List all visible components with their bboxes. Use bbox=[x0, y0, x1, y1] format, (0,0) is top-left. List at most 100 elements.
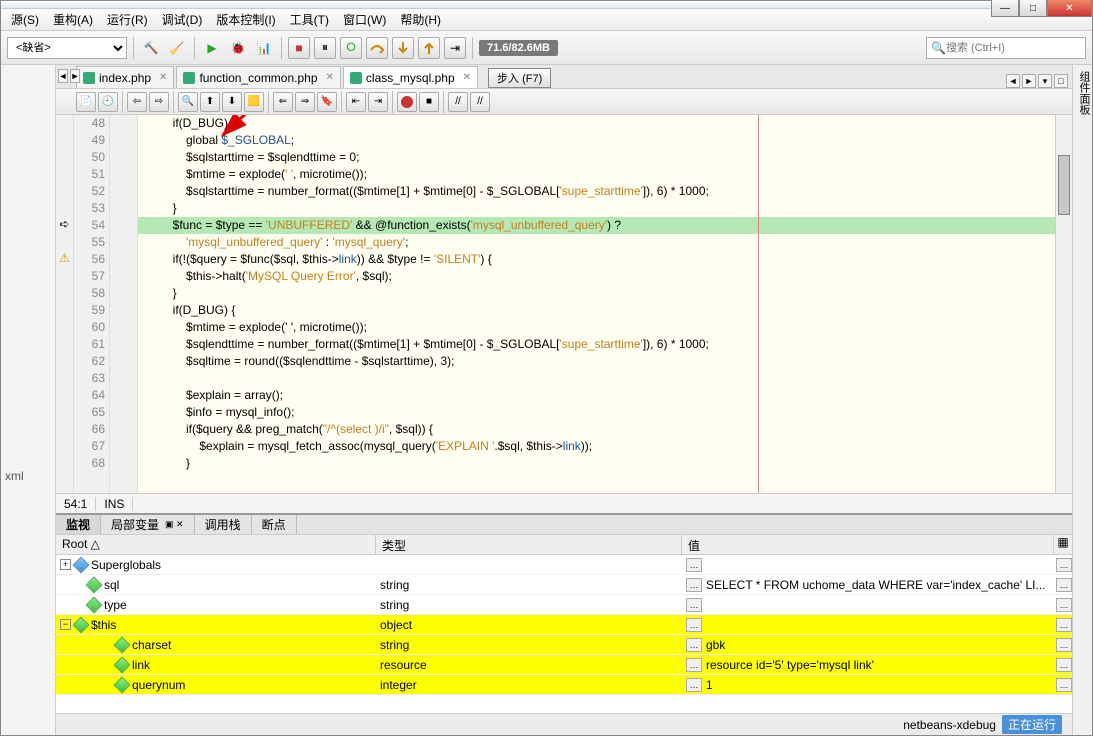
right-sidebar-palette[interactable]: 组件面板 bbox=[1072, 65, 1092, 735]
column-header-root[interactable]: Root △ bbox=[56, 535, 376, 554]
php-file-icon bbox=[83, 72, 95, 84]
breakpoint-gutter[interactable]: ➪ ⚠ bbox=[56, 115, 74, 493]
nav-back-icon[interactable]: ⇦ bbox=[127, 92, 147, 112]
tab-scroll-right-icon[interactable]: ► bbox=[1022, 74, 1036, 88]
variable-row[interactable]: charset string …gbk … bbox=[56, 635, 1072, 655]
ellipsis-icon[interactable]: … bbox=[686, 578, 702, 592]
prev-bookmark-icon[interactable]: ⇐ bbox=[273, 92, 293, 112]
menu-tools[interactable]: 工具(T) bbox=[284, 9, 335, 30]
ellipsis-icon[interactable]: … bbox=[686, 558, 702, 572]
comment-icon[interactable]: // bbox=[448, 92, 468, 112]
close-icon[interactable]: ✕ bbox=[159, 72, 167, 83]
step-out-icon[interactable] bbox=[418, 37, 440, 59]
menu-help[interactable]: 帮助(H) bbox=[394, 9, 447, 30]
ellipsis-icon[interactable]: … bbox=[1056, 578, 1072, 592]
ellipsis-icon[interactable]: … bbox=[686, 598, 702, 612]
ellipsis-icon[interactable]: … bbox=[1056, 558, 1072, 572]
finish-debug-icon[interactable]: ■ bbox=[288, 37, 310, 59]
ide-statusbar: netbeans-xdebug 正在运行 bbox=[56, 713, 1072, 735]
debug-icon[interactable]: 🐞 bbox=[227, 37, 249, 59]
ellipsis-icon[interactable]: … bbox=[686, 618, 702, 632]
continue-icon[interactable]: ⭘ bbox=[340, 37, 362, 59]
ellipsis-icon[interactable]: … bbox=[1056, 678, 1072, 692]
left-project-panel: xml bbox=[1, 65, 56, 735]
vertical-scrollbar[interactable] bbox=[1055, 115, 1072, 493]
maximize-button[interactable]: □ bbox=[1019, 0, 1047, 17]
minimize-button[interactable]: — bbox=[991, 0, 1019, 17]
history-icon[interactable]: 🕘 bbox=[98, 92, 118, 112]
search-icon: 🔍 bbox=[931, 41, 946, 55]
find-prev-icon[interactable]: ⬆ bbox=[200, 92, 220, 112]
variable-row[interactable]: sql string …SELECT * FROM uchome_data WH… bbox=[56, 575, 1072, 595]
tab-class-mysql-php[interactable]: class_mysql.php ✕ bbox=[343, 66, 478, 88]
profile-icon[interactable]: 📊 bbox=[253, 37, 275, 59]
toggle-bookmark-icon[interactable]: 🔖 bbox=[317, 92, 337, 112]
menu-run[interactable]: 运行(R) bbox=[101, 9, 154, 30]
ellipsis-icon[interactable]: … bbox=[686, 638, 702, 652]
clean-build-icon[interactable]: 🧹 bbox=[166, 37, 188, 59]
menu-vcs[interactable]: 版本控制(I) bbox=[210, 9, 281, 30]
tab-function-common-php[interactable]: function_common.php✕ bbox=[176, 66, 340, 88]
macro-stop-icon[interactable]: ■ bbox=[419, 92, 439, 112]
find-next-icon[interactable]: ⬇ bbox=[222, 92, 242, 112]
menu-window[interactable]: 窗口(W) bbox=[337, 9, 392, 30]
column-header-value[interactable]: 值 bbox=[682, 535, 1054, 554]
close-button[interactable]: ✕ bbox=[1047, 0, 1092, 17]
code-editor[interactable]: ➪ ⚠ 484950515253545556575859606162636465… bbox=[56, 115, 1072, 493]
debug-tab-callstack[interactable]: 调用栈 bbox=[195, 515, 252, 534]
debug-tab-breakpoints[interactable]: 断点 bbox=[252, 515, 297, 534]
pause-icon[interactable]: ⏸ bbox=[314, 37, 336, 59]
close-icon[interactable]: ✕ bbox=[326, 72, 334, 83]
ellipsis-icon[interactable]: … bbox=[686, 658, 702, 672]
ellipsis-icon[interactable]: … bbox=[1056, 618, 1072, 632]
run-to-cursor-icon[interactable]: ⇥ bbox=[444, 37, 466, 59]
columns-config-icon[interactable]: ▦ bbox=[1054, 535, 1072, 554]
ellipsis-icon[interactable]: … bbox=[1056, 598, 1072, 612]
toggle-highlight-icon[interactable]: 🟨 bbox=[244, 92, 264, 112]
build-icon[interactable]: 🔨 bbox=[140, 37, 162, 59]
macro-record-icon[interactable] bbox=[397, 92, 417, 112]
shift-right-icon[interactable]: ⇥ bbox=[368, 92, 388, 112]
nav-fwd-icon[interactable]: ⇨ bbox=[149, 92, 169, 112]
fold-gutter[interactable] bbox=[110, 115, 138, 493]
maximize-editor-icon[interactable]: □ bbox=[1054, 74, 1068, 88]
menu-source[interactable]: 源(S) bbox=[5, 9, 45, 30]
variable-icon bbox=[73, 616, 90, 633]
step-over-icon[interactable] bbox=[366, 37, 388, 59]
variable-row[interactable]: type string … … bbox=[56, 595, 1072, 615]
tab-scroll-left-icon[interactable]: ◄ bbox=[1006, 74, 1020, 88]
variable-row[interactable]: link resource …resource id='5' type='mys… bbox=[56, 655, 1072, 675]
source-view-icon[interactable]: 📄 bbox=[76, 92, 96, 112]
step-into-button[interactable]: 步入 (F7) bbox=[488, 68, 551, 88]
window-titlebar: — □ ✕ bbox=[1, 1, 1092, 9]
ellipsis-icon[interactable]: … bbox=[1056, 638, 1072, 652]
code-content[interactable]: if(D_BUG) { global $_SGLOBAL; $sqlstartt… bbox=[138, 115, 1055, 493]
close-icon[interactable]: ✕ bbox=[463, 72, 471, 83]
variable-row[interactable]: −$this object … … bbox=[56, 615, 1072, 635]
config-select[interactable]: <缺省> bbox=[7, 37, 127, 59]
variable-row[interactable]: +Superglobals … … bbox=[56, 555, 1072, 575]
ellipsis-icon[interactable]: … bbox=[1056, 658, 1072, 672]
collapse-icon[interactable]: − bbox=[60, 619, 71, 630]
step-into-icon[interactable] bbox=[392, 37, 414, 59]
tab-index-php[interactable]: index.php✕ bbox=[76, 66, 174, 88]
tab-label: class_mysql.php bbox=[366, 71, 455, 85]
menu-debug[interactable]: 调试(D) bbox=[156, 9, 209, 30]
variable-row[interactable]: querynum integer …1 … bbox=[56, 675, 1072, 695]
debug-tab-watch[interactable]: 监视 bbox=[56, 515, 101, 534]
search-box[interactable]: 🔍 bbox=[926, 37, 1086, 59]
debug-tab-locals[interactable]: 局部变量▣ ✕ bbox=[101, 515, 195, 534]
next-bookmark-icon[interactable]: ⇒ bbox=[295, 92, 315, 112]
menu-refactor[interactable]: 重构(A) bbox=[47, 9, 99, 30]
column-header-type[interactable]: 类型 bbox=[376, 535, 682, 554]
uncomment-icon[interactable]: // bbox=[470, 92, 490, 112]
tab-nav-left-icon[interactable]: ◄ bbox=[58, 69, 68, 83]
search-input[interactable] bbox=[946, 42, 1081, 54]
tab-nav-right-icon[interactable]: ► bbox=[70, 69, 80, 83]
find-selection-icon[interactable]: 🔍 bbox=[178, 92, 198, 112]
tab-list-icon[interactable]: ▾ bbox=[1038, 74, 1052, 88]
run-icon[interactable]: ▶ bbox=[201, 37, 223, 59]
ellipsis-icon[interactable]: … bbox=[686, 678, 702, 692]
shift-left-icon[interactable]: ⇤ bbox=[346, 92, 366, 112]
expand-icon[interactable]: + bbox=[60, 559, 71, 570]
